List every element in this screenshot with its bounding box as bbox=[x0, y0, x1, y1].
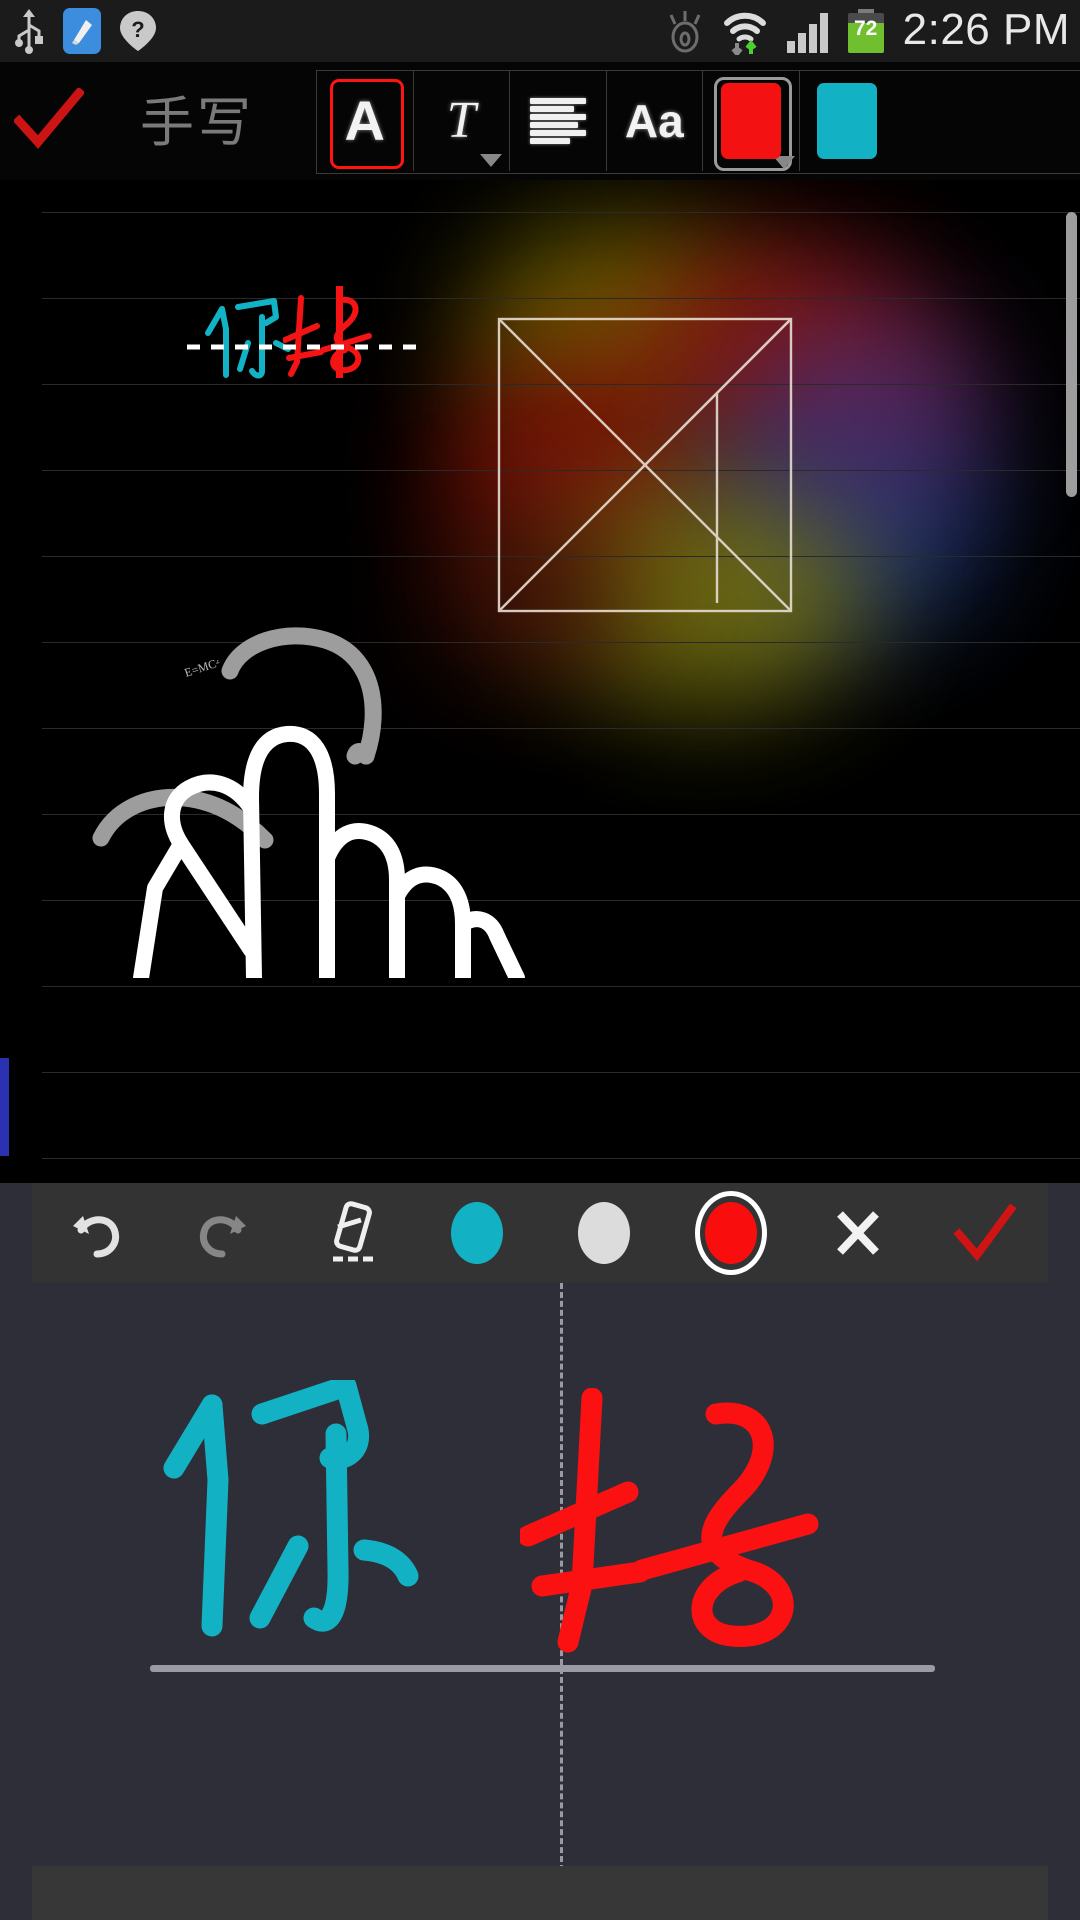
ruled-line bbox=[42, 900, 1080, 901]
ruled-line bbox=[42, 642, 1080, 643]
color-cyan-button[interactable] bbox=[413, 1183, 540, 1283]
vertical-scrollbar[interactable] bbox=[1066, 212, 1077, 497]
page-marker bbox=[0, 1058, 9, 1156]
ruled-line bbox=[42, 1158, 1080, 1159]
inline-handwriting-hao bbox=[283, 295, 372, 377]
color-dot-red-selected bbox=[694, 1191, 767, 1275]
handwriting-panel bbox=[0, 1183, 1080, 1920]
undo-icon bbox=[72, 1216, 119, 1258]
font-style-button[interactable]: A bbox=[317, 71, 414, 171]
close-x-icon bbox=[836, 1211, 879, 1255]
eraser-icon bbox=[332, 1201, 373, 1262]
text-tool-group: A T Aa bbox=[316, 70, 1080, 174]
ruled-line bbox=[42, 212, 1080, 213]
undo-button[interactable] bbox=[32, 1183, 159, 1283]
primary-color-chip bbox=[720, 83, 781, 159]
handwriting-toolbar bbox=[32, 1183, 1048, 1283]
status-bar: ? 72 2:26 PM bbox=[0, 0, 1080, 62]
ruled-line bbox=[42, 814, 1080, 815]
status-bar-clock: 2:26 PM bbox=[902, 5, 1070, 54]
accept-button[interactable] bbox=[921, 1183, 1048, 1283]
inline-handwriting-ni bbox=[205, 298, 291, 379]
text-cursor-caret bbox=[336, 286, 343, 378]
page-title: 手写 bbox=[140, 91, 254, 154]
secondary-color-swatch[interactable] bbox=[800, 71, 896, 171]
emc2-annotation: E=MC² bbox=[184, 660, 222, 680]
color-dot-cyan bbox=[450, 1202, 503, 1264]
signal-icon bbox=[786, 13, 828, 53]
color-dot-white bbox=[577, 1202, 630, 1264]
note-canvas[interactable]: E=MC² bbox=[0, 180, 1080, 1183]
text-align-button[interactable] bbox=[510, 71, 607, 171]
ruled-line bbox=[42, 728, 1080, 729]
close-button[interactable] bbox=[794, 1183, 921, 1283]
ruled-line bbox=[42, 556, 1080, 557]
ruled-line bbox=[42, 986, 1080, 987]
dotted-underline bbox=[187, 344, 418, 350]
font-size-button[interactable]: Aa bbox=[607, 71, 703, 171]
battery-icon: 72 bbox=[845, 9, 887, 53]
handwriting-surface[interactable] bbox=[32, 1283, 1048, 1886]
redo-icon bbox=[199, 1216, 246, 1258]
align-lines-icon bbox=[529, 98, 586, 144]
handwriting-baseline bbox=[150, 1665, 935, 1672]
status-bar-right-icons: 72 2:26 PM bbox=[663, 7, 1080, 55]
selection-outline bbox=[330, 79, 404, 169]
svg-text:?: ? bbox=[131, 17, 144, 42]
hand-gesture-drawing-gray bbox=[92, 627, 382, 849]
italic-t-glyph: T bbox=[446, 92, 476, 149]
primary-color-swatch[interactable] bbox=[703, 71, 800, 171]
glow-blob bbox=[430, 510, 630, 680]
redo-button[interactable] bbox=[159, 1183, 286, 1283]
ruled-line bbox=[42, 470, 1080, 471]
battery-level-label: 72 bbox=[853, 17, 878, 40]
eraser-button[interactable] bbox=[286, 1183, 413, 1283]
svg-text:E=MC²: E=MC² bbox=[184, 660, 222, 680]
ruled-line bbox=[42, 298, 1080, 299]
text-italic-button[interactable]: T bbox=[414, 71, 510, 171]
unknown-network-icon: ? bbox=[120, 11, 156, 51]
check-icon bbox=[952, 1204, 1017, 1262]
confirm-check-button[interactable] bbox=[14, 88, 84, 150]
ruled-line bbox=[42, 1072, 1080, 1073]
screenshot-icon bbox=[63, 8, 101, 54]
font-size-glyph: Aa bbox=[624, 95, 684, 147]
secondary-color-chip bbox=[817, 83, 878, 159]
color-red-button[interactable] bbox=[667, 1183, 794, 1283]
color-white-button[interactable] bbox=[540, 1183, 667, 1283]
usb-icon bbox=[15, 9, 43, 54]
bottom-strip bbox=[32, 1866, 1048, 1920]
wifi-icon bbox=[723, 12, 766, 55]
status-bar-left-icons: ? bbox=[0, 7, 158, 55]
handwriting-cell-divider bbox=[560, 1283, 563, 1871]
top-toolbar: 手写 A T Aa bbox=[0, 62, 1080, 288]
chevron-down-icon bbox=[480, 154, 502, 167]
ruled-line bbox=[42, 384, 1080, 385]
smart-stay-icon bbox=[669, 11, 700, 53]
